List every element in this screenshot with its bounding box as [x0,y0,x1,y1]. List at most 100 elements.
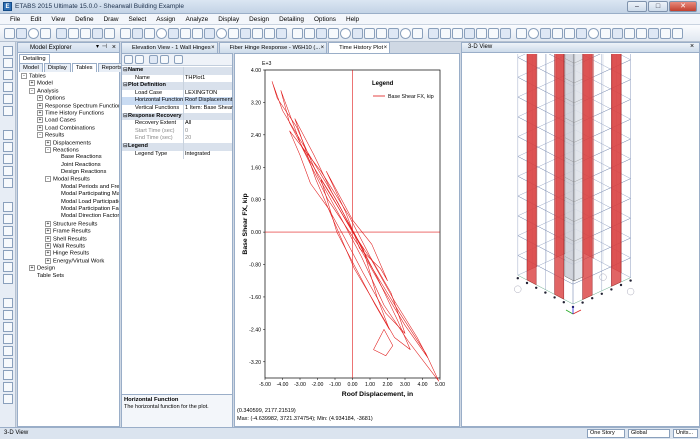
toolbar-button-icon[interactable] [180,27,191,39]
draw-tool-icon[interactable] [3,394,13,404]
toolbar-button-icon[interactable] [440,27,451,39]
toolbar-button-icon[interactable] [192,27,203,39]
tree-item[interactable]: + Load Cases [21,117,119,124]
expand-icon[interactable]: + [45,250,51,257]
toolbar-button-icon[interactable] [28,27,39,39]
collapse-icon[interactable]: - [45,146,51,153]
menu-select[interactable]: Select [123,14,151,24]
tree-item[interactable]: Modal Load Participatio [21,199,119,206]
expand-icon[interactable]: + [29,265,35,272]
tree-item[interactable]: - Analysis [21,87,119,95]
tree-item[interactable]: + Model [21,80,119,87]
categorized-icon[interactable] [124,55,133,64]
tree-item[interactable]: + Energy/Virtual Work [21,257,119,265]
collapse-icon[interactable]: ⊟ [123,82,128,89]
draw-tool-icon[interactable] [3,310,13,320]
toolbar-button-icon[interactable] [400,27,411,39]
toolbar-button-icon[interactable] [364,27,375,39]
close-icon[interactable]: × [211,43,215,53]
draw-tool-icon[interactable] [3,382,13,392]
draw-tool-icon[interactable] [3,166,13,176]
menu-file[interactable]: File [5,14,25,24]
tree-item[interactable]: Design Reactions [21,169,119,176]
toolbar-button-icon[interactable] [120,27,131,39]
tree-item[interactable]: + Time History Functions [21,109,119,117]
menu-assign[interactable]: Assign [151,14,180,24]
toolbar-button-icon[interactable] [412,27,423,39]
tree-item[interactable]: - Results [21,132,119,139]
toolbar-button-icon[interactable] [648,27,659,39]
tree-item[interactable]: + Displacements [21,139,119,147]
toolbar-button-icon[interactable] [240,27,251,39]
collapse-icon[interactable]: - [37,132,43,139]
property-row[interactable]: Name THPlot1 [122,75,232,83]
menu-view[interactable]: View [46,14,70,24]
toolbar-button-icon[interactable] [464,27,475,39]
toolbar-button-icon[interactable] [276,27,287,39]
tree-item[interactable]: Table Sets [21,273,119,280]
draw-tool-icon[interactable] [3,298,13,308]
collapse-icon[interactable]: - [29,87,35,94]
draw-tool-icon[interactable] [3,106,13,116]
tree-item[interactable]: + Options [21,95,119,102]
units-button[interactable]: Units... [673,429,698,438]
tree-item[interactable]: + Load Combinations [21,124,119,132]
tab-display[interactable]: Display [43,63,71,72]
tree-item[interactable]: Base Reactions [21,154,119,161]
property-row[interactable]: Legend Type Integrated [122,151,232,159]
draw-tool-icon[interactable] [3,214,13,224]
close-icon[interactable]: × [112,43,116,52]
draw-tool-icon[interactable] [3,130,13,140]
draw-tool-icon[interactable] [3,94,13,104]
property-row[interactable]: End Time (sec) 20 [122,135,232,143]
minimize-button[interactable]: – [627,1,647,12]
tree-item[interactable]: Modal Participation Fac [21,206,119,213]
tab-detailing[interactable]: Detailing [19,54,50,63]
draw-tool-icon[interactable] [3,322,13,332]
doc-tab-time-history-plot[interactable]: Time History Plot × [328,42,391,53]
close-icon[interactable]: × [690,43,694,50]
toolbar-button-icon[interactable] [564,27,575,39]
menu-edit[interactable]: Edit [25,14,46,24]
collapse-icon[interactable]: - [21,73,27,79]
toolbar-button-icon[interactable] [516,27,527,39]
tab-tables[interactable]: Tables [71,63,97,72]
expand-icon[interactable]: + [45,228,51,235]
expand-icon[interactable]: + [37,124,43,131]
dropdown-icon[interactable]: ▾ [96,43,99,52]
draw-tool-icon[interactable] [3,58,13,68]
expand-icon[interactable]: + [45,220,51,227]
hysteresis-chart[interactable]: -5.00 -4.00 -3.00 -2.00 -1.00 0.00 1.00 2.00 3.0… [235,54,459,426]
building-3d-model[interactable] [462,54,699,427]
toolbar-button-icon[interactable] [476,27,487,39]
draw-tool-icon[interactable] [3,274,13,284]
toolbar-button-icon[interactable] [264,27,275,39]
tree-item[interactable]: + Design [21,265,119,272]
toolbar-button-icon[interactable] [388,27,399,39]
chart-icon[interactable] [160,55,169,64]
collapse-icon[interactable]: - [45,176,51,183]
draw-tool-icon[interactable] [3,334,13,344]
toolbar-button-icon[interactable] [4,27,15,39]
tree-item[interactable]: Modal Direction Factors [21,213,119,220]
property-row[interactable]: Load Case LEXINGTON [122,90,232,98]
tab-model[interactable]: Model [19,63,43,72]
menu-analyze[interactable]: Analyze [180,14,213,24]
expand-icon[interactable]: + [37,95,43,102]
toolbar-button-icon[interactable] [600,27,611,39]
toolbar-button-icon[interactable] [588,27,599,39]
draw-tool-icon[interactable] [3,358,13,368]
toolbar-button-icon[interactable] [428,27,439,39]
toolbar-button-icon[interactable] [528,27,539,39]
expand-icon[interactable]: + [37,117,43,124]
menu-define[interactable]: Define [70,14,98,24]
toolbar-button-icon[interactable] [340,27,351,39]
toolbar-button-icon[interactable] [452,27,463,39]
toolbar-button-icon[interactable] [92,27,103,39]
toolbar-button-icon[interactable] [132,27,143,39]
toolbar-button-icon[interactable] [540,27,551,39]
toolbar-button-icon[interactable] [168,27,179,39]
close-icon[interactable]: × [321,43,325,53]
menu-help[interactable]: Help [341,14,364,24]
toolbar-button-icon[interactable] [252,27,263,39]
